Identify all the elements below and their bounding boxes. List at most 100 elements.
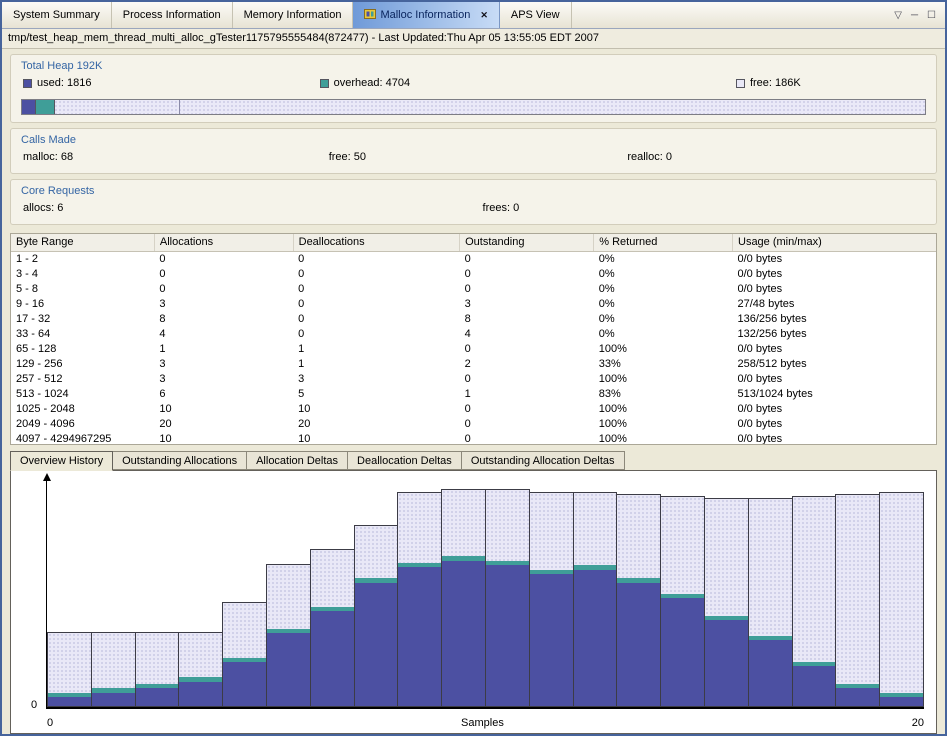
table-cell: 1025 - 2048	[11, 401, 154, 416]
column-header-outstanding[interactable]: Outstanding	[460, 234, 594, 251]
core-requests-section: Core Requests allocs: 6frees: 0	[10, 179, 937, 225]
table-cell: 0	[293, 266, 460, 281]
chart-tab-outstanding-allocation-deltas[interactable]: Outstanding Allocation Deltas	[461, 451, 625, 470]
table-cell: 0	[293, 311, 460, 326]
table-cell: 3	[154, 356, 293, 371]
table-cell: 10	[154, 401, 293, 416]
tab-malloc-information[interactable]: Malloc Information✕	[353, 2, 499, 28]
column-header-byte-range[interactable]: Byte Range	[11, 234, 154, 251]
minimize-icon[interactable]: ─	[911, 10, 918, 21]
table-row[interactable]: 3 - 40000%0/0 bytes	[11, 266, 936, 281]
table-cell: 9 - 16	[11, 296, 154, 311]
chart-tab-outstanding-allocations[interactable]: Outstanding Allocations	[112, 451, 247, 470]
chart-tab-allocation-deltas[interactable]: Allocation Deltas	[246, 451, 348, 470]
heap-usage-bar	[21, 99, 926, 115]
table-cell: 0/0 bytes	[733, 371, 937, 386]
table-cell: 0%	[594, 296, 733, 311]
tab-memory-information[interactable]: Memory Information	[233, 2, 354, 28]
table-cell: 0/0 bytes	[733, 401, 937, 416]
column-header-deallocations[interactable]: Deallocations	[293, 234, 460, 251]
free-segment	[442, 490, 485, 556]
table-row[interactable]: 257 - 512330100%0/0 bytes	[11, 371, 936, 386]
used-segment	[617, 583, 660, 706]
y-axis-arrow-icon	[43, 473, 51, 481]
sample-bar-20	[879, 492, 924, 707]
calls-made-stats: malloc: 68free: 50realloc: 0	[21, 151, 926, 166]
column-header-allocations[interactable]: Allocations	[154, 234, 293, 251]
used-segment	[486, 565, 529, 706]
table-cell: 65 - 128	[11, 341, 154, 356]
table-cell: 6	[154, 386, 293, 401]
tab-label: Memory Information	[244, 9, 342, 21]
free-segment	[398, 493, 441, 563]
close-tab-icon[interactable]: ✕	[480, 10, 488, 21]
legend-text: used: 1816	[37, 77, 91, 89]
tab-process-information[interactable]: Process Information	[112, 2, 233, 28]
table-row[interactable]: 9 - 163030%27/48 bytes	[11, 296, 936, 311]
used-segment	[48, 697, 91, 706]
sample-bar-12	[529, 492, 574, 707]
table-cell: 513 - 1024	[11, 386, 154, 401]
used-segment	[179, 682, 222, 706]
table-row[interactable]: 17 - 328080%136/256 bytes	[11, 311, 936, 326]
table-row[interactable]: 513 - 102465183%513/1024 bytes	[11, 386, 936, 401]
sample-bar-13	[573, 492, 618, 707]
maximize-icon[interactable]: ☐	[927, 10, 936, 21]
table-cell: 136/256 bytes	[733, 311, 937, 326]
used-segment	[355, 583, 398, 706]
table-cell: 132/256 bytes	[733, 326, 937, 341]
table-cell: 0	[154, 266, 293, 281]
byte-range-table-container: Byte RangeAllocationsDeallocationsOutsta…	[10, 233, 937, 445]
legend-item-overhead: overhead: 4704	[320, 77, 410, 89]
sample-bar-18	[792, 496, 837, 707]
stat-frees: frees: 0	[483, 202, 520, 214]
table-row[interactable]: 5 - 80000%0/0 bytes	[11, 281, 936, 296]
sample-bar-4	[178, 632, 223, 707]
view-menu-chevron-icon[interactable]: ▽	[894, 10, 902, 21]
header-text: tmp/test_heap_mem_thread_multi_alloc_gTe…	[8, 32, 599, 44]
chart-tab-overview-history[interactable]: Overview History	[10, 451, 113, 471]
table-cell: 3	[293, 371, 460, 386]
legend-swatch-free	[736, 79, 745, 88]
table-cell: 33 - 64	[11, 326, 154, 341]
heap-legend: used: 1816overhead: 4704free: 186K	[21, 77, 926, 92]
x-axis-title: Samples	[461, 717, 504, 729]
tab-aps-view[interactable]: APS View	[500, 2, 572, 28]
table-cell: 3	[460, 296, 594, 311]
sample-bar-16	[704, 498, 749, 707]
table-row[interactable]: 129 - 25631233%258/512 bytes	[11, 356, 936, 371]
column-header-returned[interactable]: % Returned	[594, 234, 733, 251]
table-row[interactable]: 1 - 20000%0/0 bytes	[11, 251, 936, 266]
view-tabbar: System SummaryProcess Information Memory …	[2, 2, 945, 29]
tab-system-summary[interactable]: System Summary	[2, 2, 112, 28]
used-segment	[92, 693, 135, 706]
legend-item-used: used: 1816	[23, 77, 91, 89]
column-header-usage-min-max[interactable]: Usage (min/max)	[733, 234, 937, 251]
table-cell: 20	[154, 416, 293, 431]
table-cell: 0	[460, 281, 594, 296]
table-cell: 0	[293, 296, 460, 311]
table-row[interactable]: 4097 - 429496729510100100%0/0 bytes	[11, 431, 936, 445]
chart-plot-area	[47, 487, 924, 707]
used-segment	[398, 567, 441, 706]
sample-bar-9	[397, 492, 442, 707]
table-cell: 3 - 4	[11, 266, 154, 281]
free-segment	[136, 633, 179, 684]
table-row[interactable]: 2049 - 409620200100%0/0 bytes	[11, 416, 936, 431]
table-row[interactable]: 65 - 128110100%0/0 bytes	[11, 341, 936, 356]
free-segment	[311, 550, 354, 607]
chart-tab-deallocation-deltas[interactable]: Deallocation Deltas	[347, 451, 462, 470]
table-cell: 257 - 512	[11, 371, 154, 386]
free-segment	[617, 495, 660, 579]
table-row[interactable]: 1025 - 204810100100%0/0 bytes	[11, 401, 936, 416]
table-row[interactable]: 33 - 644040%132/256 bytes	[11, 326, 936, 341]
table-cell: 0/0 bytes	[733, 266, 937, 281]
free-segment	[661, 497, 704, 594]
table-cell: 8	[154, 311, 293, 326]
free-segment	[836, 495, 879, 684]
table-cell: 10	[154, 431, 293, 445]
free-segment	[486, 490, 529, 560]
malloc-tool-window: System SummaryProcess Information Memory …	[0, 0, 947, 736]
table-cell: 0	[460, 251, 594, 266]
sample-bar-14	[616, 494, 661, 707]
